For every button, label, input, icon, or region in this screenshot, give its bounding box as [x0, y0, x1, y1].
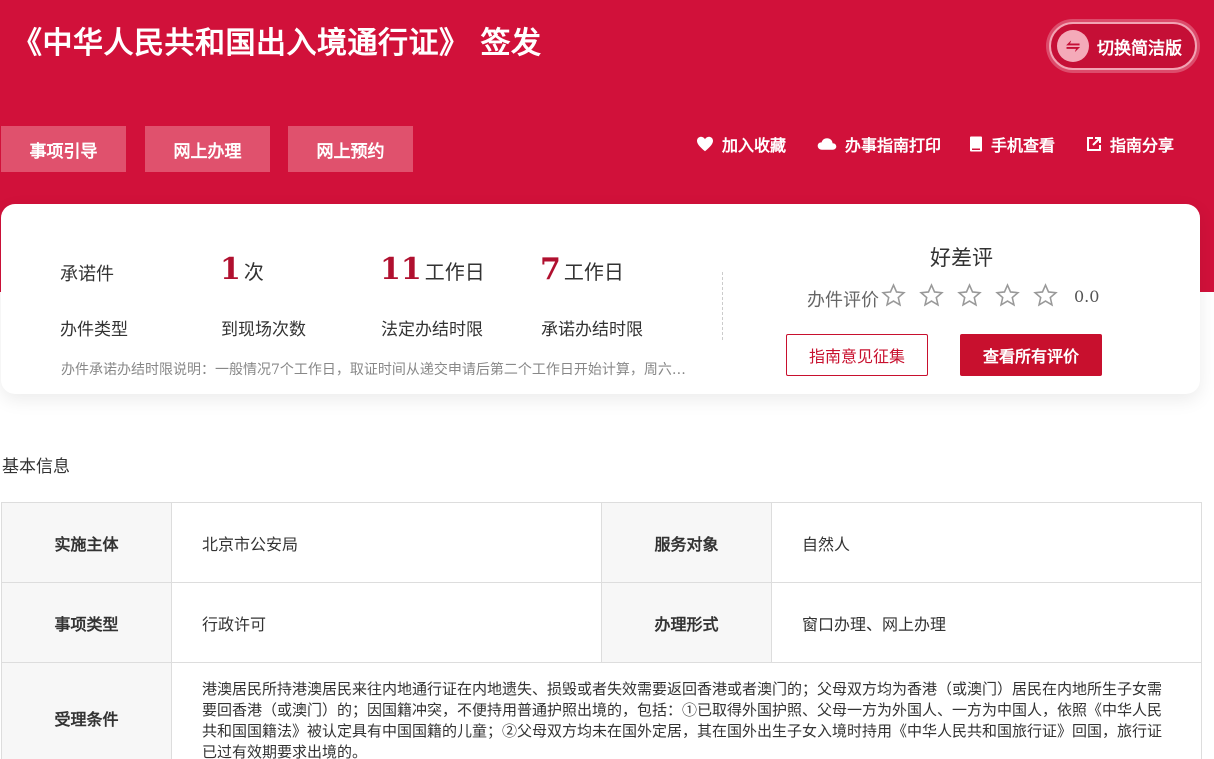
visit-count-unit: 次 — [243, 260, 264, 284]
summary-card: 承诺件 办件类型 1次 到现场次数 11 工作日 法定办结时限 7 工作日 承诺办结… — [1, 204, 1200, 394]
acceptance-conditions-label: 受理条件 — [1, 662, 172, 759]
implementing-body-value: 北京市公安局 — [171, 502, 602, 583]
switch-icon: ⇋ — [1057, 30, 1089, 62]
basic-info-title: 基本信息 — [2, 457, 70, 477]
acceptance-conditions-value: 港澳居民所持港澳居民来往内地通行证在内地遗失、损毁或者失效需要返回香港或者澳门的… — [171, 662, 1202, 759]
promise-time-number: 7 — [540, 252, 561, 287]
table-row: 受理条件 港澳居民所持港澳居民来往内地通行证在内地遗失、损毁或者失效需要返回香港… — [1, 662, 1202, 759]
legal-time-label: 法定办结时限 — [381, 320, 483, 340]
legal-time-number: 11 — [380, 252, 422, 287]
handling-form-label: 办理形式 — [601, 582, 772, 663]
item-type-value: 行政许可 — [171, 582, 602, 663]
promise-time-label: 承诺办结时限 — [541, 320, 643, 340]
tab-guide[interactable]: 事项引导 — [1, 126, 126, 172]
mobile-view-link[interactable]: 手机查看 — [969, 132, 1055, 156]
switch-simple-version-button[interactable]: ⇋ 切换简洁版 — [1049, 22, 1197, 70]
item-type-label: 事项类型 — [1, 582, 172, 663]
tab-online-handling[interactable]: 网上办理 — [145, 126, 270, 172]
view-all-reviews-button[interactable]: 查看所有评价 — [960, 334, 1102, 376]
visit-count-label: 到现场次数 — [221, 320, 306, 340]
rating-score: 0.0 — [1074, 287, 1100, 306]
add-favorite-label: 加入收藏 — [722, 136, 787, 155]
share-guide-label: 指南分享 — [1110, 136, 1175, 155]
share-guide-link[interactable]: 指南分享 — [1086, 132, 1174, 156]
implementing-body-label: 实施主体 — [1, 502, 172, 583]
star-icon[interactable] — [995, 283, 1020, 308]
mobile-view-label: 手机查看 — [991, 136, 1056, 155]
heart-icon — [697, 136, 713, 152]
feedback-button[interactable]: 指南意见征集 — [786, 334, 928, 376]
basic-info-table: 实施主体 北京市公安局 服务对象 自然人 事项类型 行政许可 办理形式 窗口办理… — [1, 502, 1202, 759]
cloud-icon — [817, 138, 837, 150]
print-guide-label: 办事指南打印 — [845, 136, 942, 155]
card-divider — [722, 272, 723, 340]
table-row: 实施主体 北京市公安局 服务对象 自然人 — [1, 502, 1202, 583]
legal-time-unit: 工作日 — [424, 260, 485, 284]
table-row: 事项类型 行政许可 办理形式 窗口办理、网上办理 — [1, 582, 1202, 663]
legal-time-limit: 11 工作日 — [380, 252, 485, 287]
rating-label: 办件评价 — [807, 290, 879, 311]
visit-count-number: 1 — [220, 252, 241, 287]
star-icon[interactable] — [919, 283, 944, 308]
tab-online-booking[interactable]: 网上预约 — [288, 126, 413, 172]
visit-count: 1次 — [220, 252, 264, 287]
star-icon[interactable] — [1033, 283, 1058, 308]
service-target-value: 自然人 — [771, 502, 1202, 583]
switch-label: 切换简洁版 — [1097, 38, 1182, 59]
rating-stars[interactable] — [881, 283, 1058, 308]
print-guide-link[interactable]: 办事指南打印 — [817, 132, 941, 156]
share-icon — [1087, 137, 1101, 151]
case-type-label: 办件类型 — [60, 320, 128, 340]
page-title: 《中华人民共和国出入境通行证》 签发 — [12, 26, 542, 61]
time-limit-note: 办件承诺办结时限说明：一般情况7个工作日，取证时间从递交申请后第二个工作日开始计… — [61, 362, 691, 378]
case-type-value: 承诺件 — [60, 264, 114, 285]
promise-time-limit: 7 工作日 — [540, 252, 624, 287]
add-favorite-link[interactable]: 加入收藏 — [696, 132, 786, 156]
service-target-label: 服务对象 — [601, 502, 772, 583]
promise-time-unit: 工作日 — [563, 260, 624, 284]
star-icon[interactable] — [881, 283, 906, 308]
star-icon[interactable] — [957, 283, 982, 308]
rating-title: 好差评 — [930, 246, 993, 270]
book-icon — [970, 136, 982, 151]
handling-form-value: 窗口办理、网上办理 — [771, 582, 1202, 663]
